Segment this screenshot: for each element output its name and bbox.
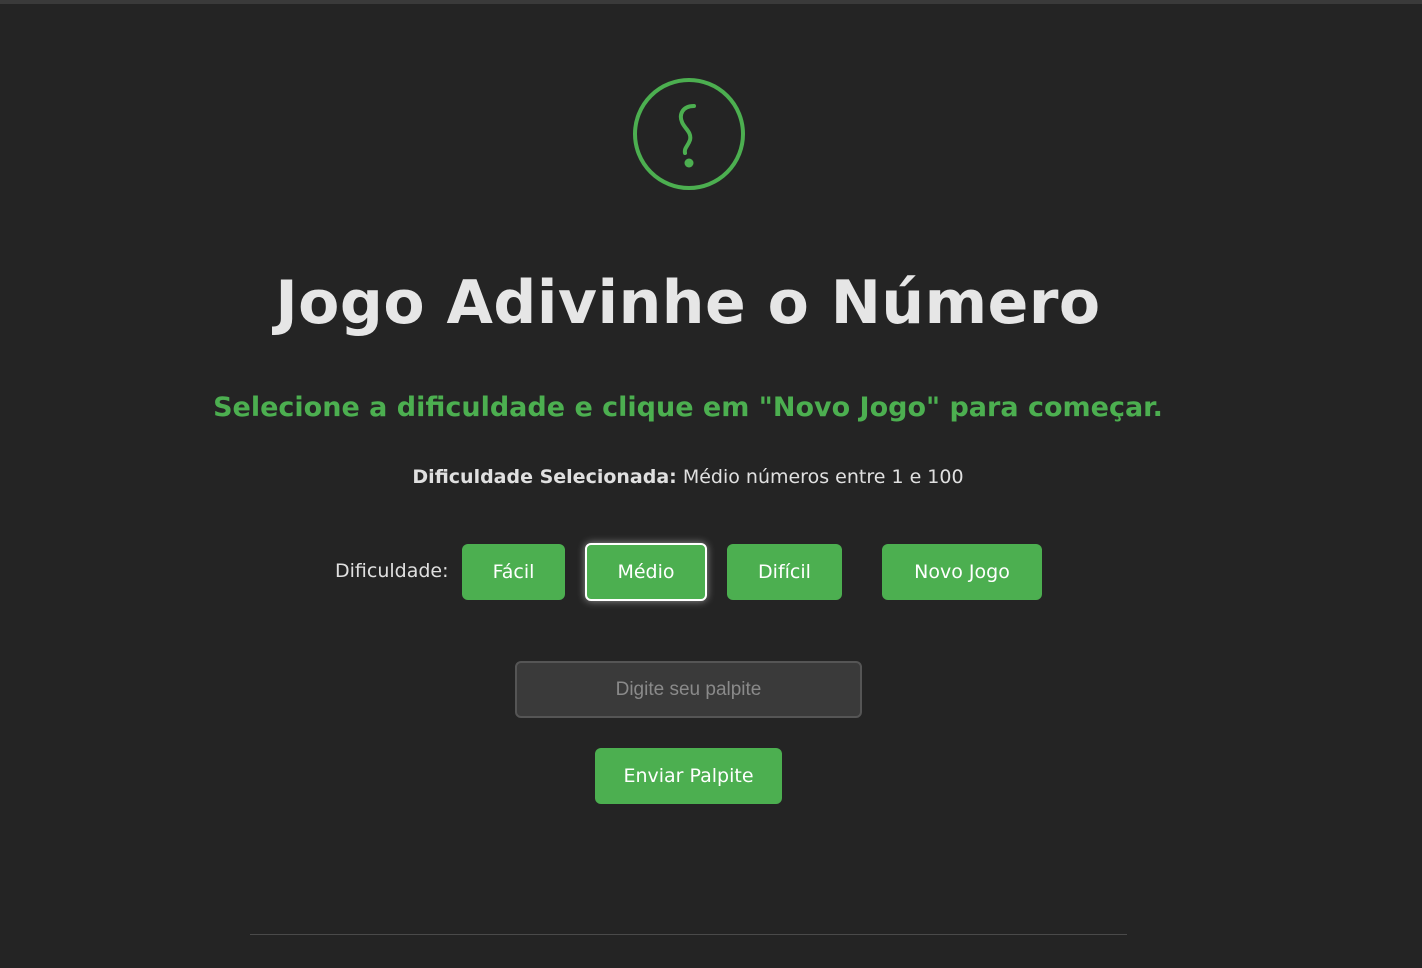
difficulty-medium-button[interactable]: Médio (585, 543, 707, 601)
difficulty-hard-button[interactable]: Difícil (727, 544, 842, 600)
selected-difficulty: Dificuldade Selecionada: Médio números e… (0, 466, 1376, 488)
top-border (0, 0, 1422, 4)
submit-guess-button[interactable]: Enviar Palpite (595, 748, 782, 804)
status-message: Selecione a dificuldade e clique em "Nov… (213, 392, 1163, 423)
selected-difficulty-label: Dificuldade Selecionada: (412, 466, 677, 488)
page-title: Jogo Adivinhe o Número (275, 268, 1101, 338)
difficulty-easy-button[interactable]: Fácil (462, 544, 565, 600)
new-game-button[interactable]: Novo Jogo (882, 544, 1042, 600)
selected-difficulty-value: Médio números entre 1 e 100 (682, 466, 964, 488)
difficulty-label: Dificuldade: (335, 560, 449, 582)
guess-input[interactable] (515, 661, 862, 718)
divider (250, 934, 1127, 935)
question-mark-circle-icon (633, 78, 745, 190)
